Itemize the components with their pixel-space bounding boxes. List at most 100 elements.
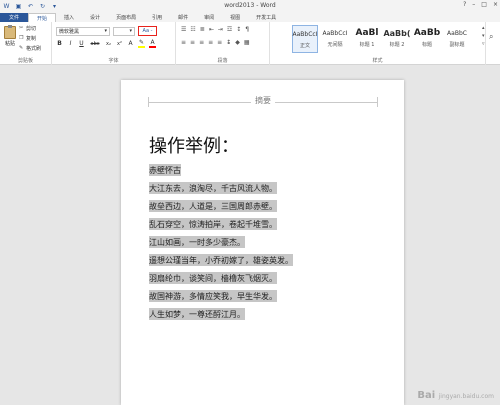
style-no-spacing[interactable]: AaBbCcI 无间隔	[322, 25, 348, 53]
style-subtitle[interactable]: AaBbC 副标题	[444, 25, 470, 53]
copy-label: 复制	[26, 36, 37, 42]
close-button[interactable]: ×	[493, 1, 498, 8]
subscript-button[interactable]: x₂	[105, 41, 112, 47]
increase-indent-icon[interactable]: ⇥	[218, 26, 223, 33]
style-sample: AaBbC	[447, 29, 467, 37]
tab-insert[interactable]: 插入	[56, 13, 82, 22]
justify-icon[interactable]: ≡	[208, 39, 213, 46]
abstract-label: 摘要	[251, 96, 275, 105]
borders-icon[interactable]: ▦	[244, 39, 250, 46]
tab-file[interactable]: 文件	[0, 13, 29, 22]
tab-design[interactable]: 设计	[82, 13, 108, 22]
tab-view[interactable]: 视图	[222, 13, 248, 22]
show-marks-icon[interactable]: ¶	[245, 26, 249, 33]
tab-layout[interactable]: 页面布局	[108, 13, 144, 22]
clipboard-group: 粘贴 ✂ 剪切 ❐ 复制 ✎ 格式刷 剪贴板	[0, 22, 52, 65]
style-name: 副标题	[449, 42, 465, 48]
text-line[interactable]: 故垒西边，人道是，三国周郎赤壁。	[149, 198, 369, 216]
document-heading[interactable]: 操作举例：	[149, 132, 239, 158]
style-heading-2[interactable]: AaBb( 标题 2	[383, 25, 411, 53]
brush-icon: ✎	[19, 45, 24, 51]
text-line-content: 羽扇纶巾，谈笑间，樯橹灰飞烟灭。	[149, 272, 277, 284]
paste-button[interactable]: 粘贴	[3, 25, 17, 50]
underline-button[interactable]: U	[78, 40, 85, 47]
font-size-dropdown[interactable]: ▾	[113, 26, 135, 36]
tab-developer[interactable]: 开发工具	[248, 13, 284, 22]
text-line-content: 江山如画，一时多少豪杰。	[149, 236, 245, 248]
watermark-subtext: jingyan.baidu.com	[438, 393, 494, 400]
find-icon[interactable]: ⌕	[489, 32, 493, 42]
highlight-pen-icon[interactable]: ✎	[138, 39, 145, 48]
multilevel-list-icon[interactable]: ≣	[200, 26, 205, 33]
paste-icon	[4, 25, 16, 39]
editing-group[interactable]: ⌕	[486, 22, 500, 65]
font-name-dropdown[interactable]: 微软雅黑 ▾	[56, 26, 110, 36]
style-heading-1[interactable]: AaBl 标题 1	[354, 25, 380, 53]
sort-icon[interactable]: ↕	[236, 26, 241, 33]
chevron-down-icon: ▾	[104, 28, 107, 34]
chinese-layout-icon[interactable]: ☲	[227, 26, 232, 33]
text-line-content: 乱石穿空，惊涛拍岸，卷起千堆雪。	[149, 218, 277, 230]
style-name: 标题	[421, 42, 432, 48]
font-color-icon[interactable]: A	[149, 39, 156, 48]
style-name: 标题 2	[389, 42, 405, 48]
text-line[interactable]: 赤壁怀古	[149, 162, 369, 180]
clipboard-actions: ✂ 剪切 ❐ 复制 ✎ 格式刷	[19, 25, 41, 53]
line-spacing-icon[interactable]: ↨	[226, 39, 231, 46]
style-normal[interactable]: AaBbCcI 正文	[292, 25, 318, 53]
styles-group: AaBbCcI 正文 AaBbCcI 无间隔 AaBl 标题 1 AaBb( 标…	[270, 22, 486, 65]
shading-icon[interactable]: ◆	[235, 39, 240, 46]
help-button[interactable]: ?	[463, 1, 466, 8]
italic-button[interactable]: I	[67, 40, 74, 47]
bullets-icon[interactable]: ☰	[181, 26, 186, 33]
text-line-content: 赤壁怀古	[149, 164, 181, 176]
ribbon-tabs: 文件 开始 插入 设计 页面布局 引用 邮件 审阅 视图 开发工具	[0, 13, 500, 22]
tab-mailings[interactable]: 邮件	[170, 13, 196, 22]
text-line[interactable]: 故国神游，多情应笑我，早生华发。	[149, 288, 369, 306]
minimize-button[interactable]: –	[472, 1, 475, 8]
decrease-indent-icon[interactable]: ⇤	[209, 26, 214, 33]
superscript-button[interactable]: x²	[116, 41, 123, 47]
align-center-icon[interactable]: ≡	[190, 39, 195, 46]
numbering-icon[interactable]: ☷	[190, 26, 195, 33]
document-body[interactable]: 赤壁怀古 大江东去，浪淘尽，千古风流人物。 故垒西边，人道是，三国周郎赤壁。 乱…	[149, 162, 369, 324]
document-page[interactable]: 摘要 操作举例： 赤壁怀古 大江东去，浪淘尽，千古风流人物。 故垒西边，人道是，…	[121, 80, 404, 405]
font-group: 微软雅黑 ▾ ▾ Aa - B I U abc x₂ x² A ✎ A 字体	[52, 22, 176, 65]
cut-button[interactable]: ✂ 剪切	[19, 25, 41, 33]
style-name: 标题 1	[359, 42, 375, 48]
text-effects-icon[interactable]: A	[127, 40, 134, 47]
document-canvas: 摘要 操作举例： 赤壁怀古 大江东去，浪淘尽，千古风流人物。 故垒西边，人道是，…	[0, 66, 500, 405]
text-line-content: 大江东去，浪淘尽，千古风流人物。	[149, 182, 277, 194]
distributed-icon[interactable]: ≡	[217, 39, 222, 46]
font-name-value: 微软雅黑	[59, 28, 80, 35]
tab-home[interactable]: 开始	[28, 13, 57, 22]
clipboard-group-label: 剪贴板	[17, 58, 33, 64]
chevron-down-icon: ▾	[129, 28, 132, 34]
watermark-text: Bai	[417, 390, 436, 401]
text-line[interactable]: 大江东去，浪淘尽，千古风流人物。	[149, 180, 369, 198]
text-line[interactable]: 遥想公瑾当年，小乔初嫁了，雄姿英发。	[149, 252, 369, 270]
maximize-button[interactable]: □	[481, 1, 487, 8]
ribbon: 粘贴 ✂ 剪切 ❐ 复制 ✎ 格式刷 剪贴板 微软雅黑 ▾ ▾ Aa - B I U …	[0, 22, 500, 65]
strikethrough-button[interactable]: abc	[89, 41, 101, 47]
text-line[interactable]: 人生如梦，一尊还酹江月。	[149, 306, 369, 324]
text-line[interactable]: 乱石穿空，惊涛拍岸，卷起千堆雪。	[149, 216, 369, 234]
style-title[interactable]: AaBb 标题	[414, 25, 440, 53]
style-sample: AaBbCcI	[322, 29, 348, 37]
bold-button[interactable]: B	[56, 40, 63, 47]
text-line[interactable]: 羽扇纶巾，谈笑间，樯橹灰飞烟灭。	[149, 270, 369, 288]
style-sample: AaBb(	[383, 28, 411, 38]
format-painter-button[interactable]: ✎ 格式刷	[19, 45, 41, 53]
text-line-content: 故垒西边，人道是，三国周郎赤壁。	[149, 200, 277, 212]
text-line[interactable]: 江山如画，一时多少豪杰。	[149, 234, 369, 252]
tab-references[interactable]: 引用	[144, 13, 170, 22]
window-controls: ? – □ ×	[463, 1, 498, 8]
copy-button[interactable]: ❐ 复制	[19, 35, 41, 43]
tab-review[interactable]: 审阅	[196, 13, 222, 22]
align-right-icon[interactable]: ≡	[199, 39, 204, 46]
scissors-icon: ✂	[19, 25, 24, 31]
align-left-icon[interactable]: ≡	[181, 39, 186, 46]
style-name: 无间隔	[327, 42, 343, 48]
change-case-button[interactable]: Aa -	[138, 26, 157, 36]
window-title: word2013 - Word	[224, 2, 276, 9]
